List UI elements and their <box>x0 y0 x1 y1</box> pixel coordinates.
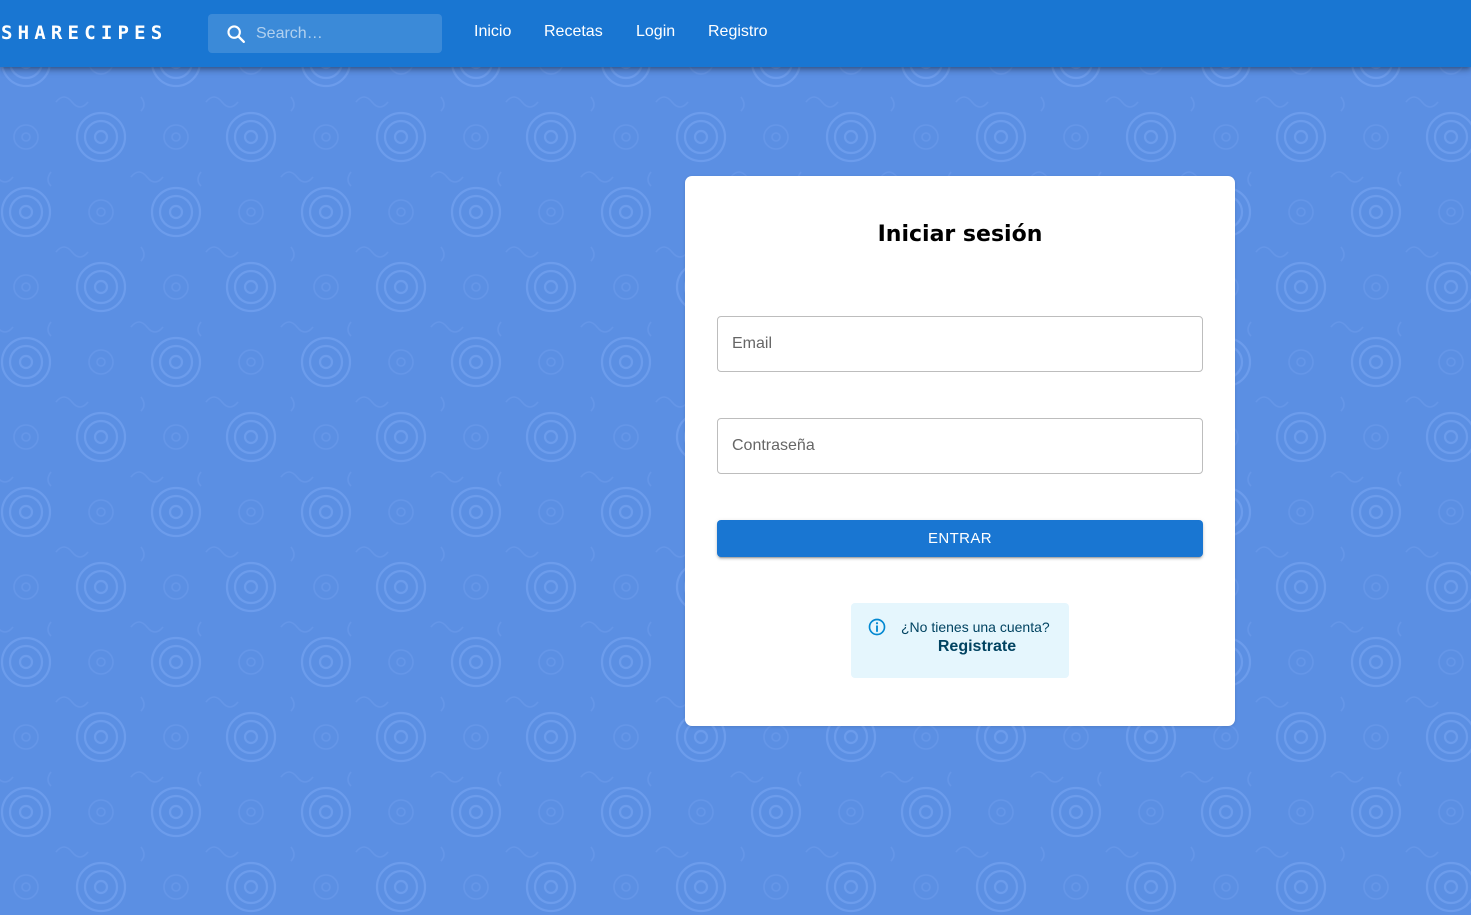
entrar-button[interactable]: ENTRAR <box>717 520 1203 557</box>
brand-logo[interactable]: SHARECIPES <box>1 20 167 46</box>
nav-inicio[interactable]: Inicio <box>474 22 511 42</box>
search-box[interactable] <box>208 14 442 53</box>
password-field-wrapper <box>717 418 1203 474</box>
register-prompt: ¿No tienes una cuenta? <box>901 619 1050 635</box>
register-alert: ¿No tienes una cuenta? Registrate <box>851 603 1069 678</box>
info-icon <box>868 618 886 636</box>
email-field-wrapper <box>717 316 1203 372</box>
password-field[interactable] <box>718 419 1202 473</box>
login-title: Iniciar sesión <box>877 222 1043 247</box>
nav-recetas[interactable]: Recetas <box>544 22 603 42</box>
search-icon <box>227 25 245 43</box>
app-bar: SHARECIPES Inicio Recetas Login Registro <box>0 0 1471 67</box>
login-card: Iniciar sesión ENTRAR ¿No tienes una cue… <box>685 176 1235 726</box>
email-field[interactable] <box>718 317 1202 371</box>
search-input[interactable] <box>256 14 436 53</box>
nav-login[interactable]: Login <box>636 22 675 42</box>
register-link[interactable]: Registrate <box>901 637 1053 657</box>
nav-registro[interactable]: Registro <box>708 22 768 42</box>
